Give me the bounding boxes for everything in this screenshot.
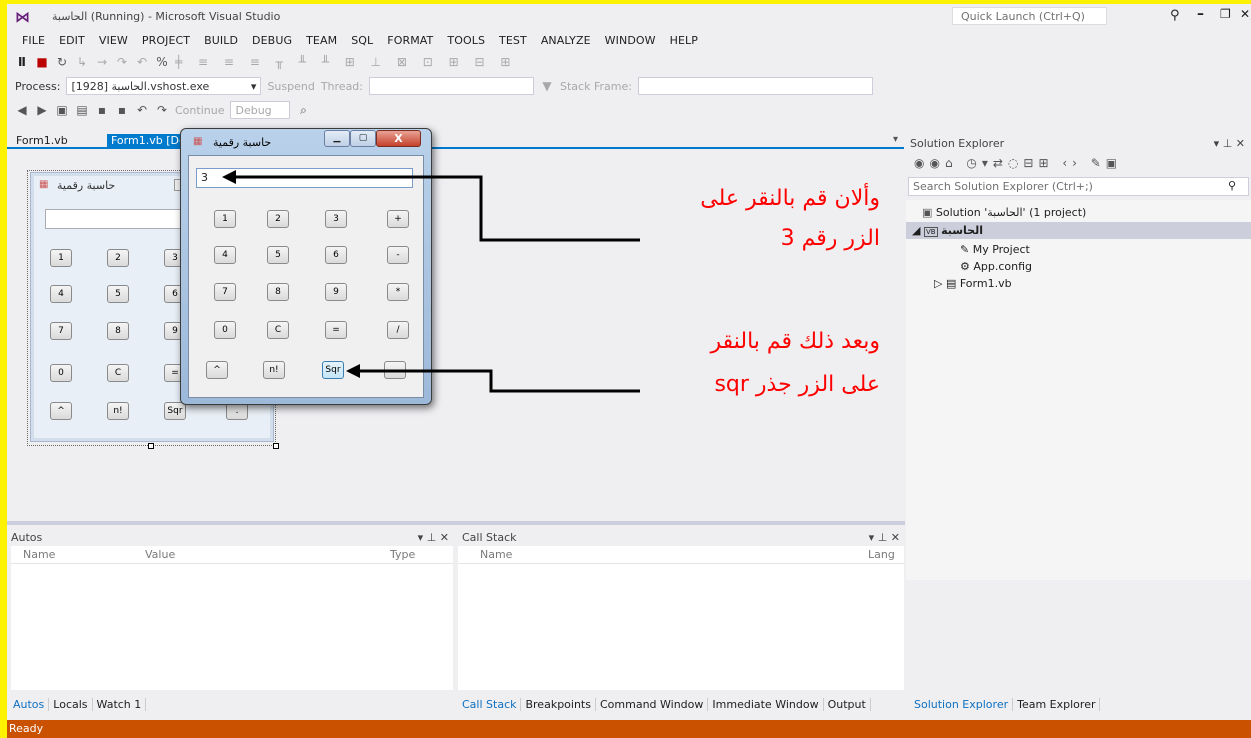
col-name[interactable]: Name — [11, 548, 145, 561]
app-config-label: App.config — [973, 260, 1033, 273]
tab-call-stack[interactable]: Call Stack — [458, 697, 522, 711]
tab-locals[interactable]: Locals — [49, 697, 93, 711]
tab-immediate-window[interactable]: Immediate Window — [708, 697, 824, 711]
annotation-line-1a: وألان قم بالنقر على — [700, 186, 880, 211]
autos-bottom-tabs: Autos Locals Watch 1 — [9, 694, 147, 714]
form-file-icon: ▤ — [945, 277, 957, 290]
tree-item-my-project[interactable]: ✎ My Project — [960, 243, 1030, 256]
arrow-head-3 — [222, 170, 236, 184]
callstack-title: Call Stack — [462, 530, 517, 544]
tab-team-explorer[interactable]: Team Explorer — [1013, 697, 1101, 711]
tab-watch1[interactable]: Watch 1 — [93, 697, 147, 711]
solution-search-icon[interactable]: ⚲ — [1228, 179, 1236, 192]
tab-solution-explorer[interactable]: Solution Explorer — [910, 697, 1014, 711]
splitter[interactable] — [7, 521, 905, 525]
arrow-head-sqr — [346, 364, 360, 378]
autos-header: Autos ▾ ⊥ ✕ — [11, 528, 453, 546]
vb-project-icon: VB — [923, 227, 938, 237]
tab-command-window[interactable]: Command Window — [596, 697, 709, 711]
expand-icon: ◢ — [912, 224, 921, 237]
collapse-arrow-icon: ▷ — [934, 277, 943, 290]
callstack-columns: Name Lang — [458, 546, 904, 564]
callstack-header: Call Stack ▾ ⊥ ✕ — [458, 528, 904, 546]
solution-bottom-tabs: Solution Explorer Team Explorer — [910, 694, 1101, 714]
project-name: الحاسبة — [941, 224, 983, 237]
form1-label: Form1.vb — [959, 277, 1012, 290]
solution-explorer-header: Solution Explorer ▾ ⊥ ✕ — [906, 134, 1251, 152]
tree-solution-node[interactable]: ▣ Solution 'الحاسبة' (1 project) — [922, 206, 1086, 219]
solution-tree: ▣ Solution 'الحاسبة' (1 project) ◢ VB ال… — [906, 200, 1251, 580]
solution-explorer-title: Solution Explorer — [910, 136, 1005, 150]
col-cs-lang[interactable]: Lang — [868, 548, 895, 561]
tab-output[interactable]: Output — [824, 697, 871, 711]
col-type[interactable]: Type — [390, 548, 430, 561]
tree-item-app-config[interactable]: ⚙ App.config — [960, 260, 1032, 273]
annotation-line-2b: على الزر جذر sqr — [714, 372, 880, 397]
col-cs-name[interactable]: Name — [458, 548, 868, 561]
annotation-line-1b: الزر رقم 3 — [780, 226, 880, 251]
autos-panel: Autos ▾ ⊥ ✕ Name Value Type Autos Locals … — [11, 528, 453, 720]
autos-columns: Name Value Type — [11, 546, 453, 564]
annotation-line-2a: وبعد ذلك قم بالنقر — [710, 329, 880, 354]
autos-grid — [11, 564, 453, 690]
wrench-icon: ✎ — [960, 243, 970, 256]
callstack-grid — [458, 564, 904, 690]
autos-pin-close-icon[interactable]: ▾ ⊥ ✕ — [418, 531, 449, 544]
callstack-pin-close-icon[interactable]: ▾ ⊥ ✕ — [869, 531, 900, 544]
callstack-panel: Call Stack ▾ ⊥ ✕ Name Lang Call Stack Bre… — [458, 528, 904, 720]
my-project-label: My Project — [972, 243, 1030, 256]
pin-close-icon[interactable]: ▾ ⊥ ✕ — [1214, 137, 1245, 150]
autos-title: Autos — [11, 530, 43, 544]
col-value[interactable]: Value — [145, 548, 390, 561]
solution-toolbar-icons[interactable]: ◉◉⌂ ◷▾⇄◌⊟⊞ ‹› ✎▣ — [914, 156, 1122, 170]
solution-search-input[interactable]: Search Solution Explorer (Ctrl+;) — [908, 177, 1249, 196]
tree-project-node[interactable]: ◢ VB الحاسبة — [912, 224, 983, 237]
status-bar: Ready — [7, 720, 1251, 738]
solution-name: Solution 'الحاسبة' (1 project) — [935, 206, 1087, 219]
tab-breakpoints[interactable]: Breakpoints — [521, 697, 596, 711]
config-file-icon: ⚙ — [960, 260, 970, 273]
solution-explorer-panel: Solution Explorer ▾ ⊥ ✕ ◉◉⌂ ◷▾⇄◌⊟⊞ ‹› ✎▣ … — [906, 134, 1251, 720]
callstack-bottom-tabs: Call Stack Breakpoints Command Window Im… — [458, 694, 871, 714]
tab-autos[interactable]: Autos — [9, 697, 50, 711]
tree-item-form1[interactable]: ▷ ▤ Form1.vb — [934, 277, 1012, 290]
